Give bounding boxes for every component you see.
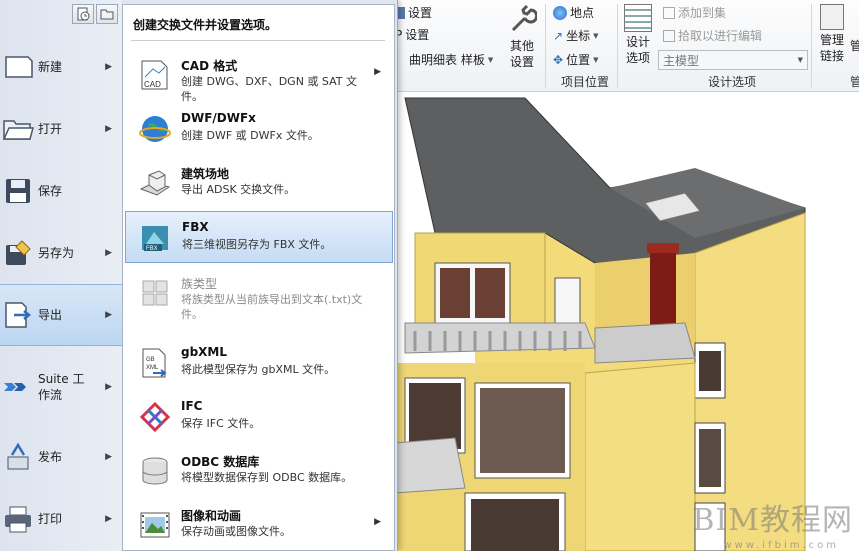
manage-links-icon (820, 4, 844, 30)
chevron-right-icon: ▶ (374, 67, 381, 77)
chevron-down-icon: ▼ (487, 55, 494, 64)
location-button[interactable]: 地点 (553, 4, 594, 21)
other-settings-button[interactable]: 其他 设置 (505, 4, 539, 70)
design-options-icon (624, 4, 652, 32)
coordinates-button[interactable]: ↗ 坐标 ▼ (553, 27, 598, 44)
position-icon: ✥ (553, 52, 564, 67)
divider (131, 40, 385, 41)
rail-item-print[interactable]: 打印 ▶ (0, 488, 122, 550)
manage-group-label: 管 (850, 75, 859, 89)
chevron-right-icon: ▶ (105, 124, 112, 134)
export-dwf-dwfx[interactable]: DWF/DWFx 创建 DWF 或 DWFx 文件。 (125, 103, 393, 155)
fbx-icon: FBX (142, 226, 168, 252)
watermark-url: www.ifbim.com (723, 540, 839, 551)
chevron-right-icon: ▶ (105, 62, 112, 72)
3d-viewport[interactable]: BIM教程网 www.ifbim.com (395, 93, 859, 551)
position-button[interactable]: ✥ 位置 ▼ (553, 51, 598, 68)
add-to-set-button[interactable]: 添加到集 (663, 4, 726, 21)
chevron-right-icon: ▶ (105, 248, 112, 258)
watermark-text: BIM教程网 (692, 503, 853, 538)
rail-item-suite-workflow[interactable]: Suite 工作流 ▶ (0, 356, 122, 418)
rail-item-export[interactable]: 导出 ▶ (0, 284, 122, 346)
recent-documents-toolbar (72, 4, 118, 24)
globe-icon (553, 5, 567, 20)
recent-documents-icon (77, 7, 90, 21)
svg-text:XML: XML (146, 365, 159, 371)
suite-workflow-icon (4, 383, 26, 391)
schedule-templates-button[interactable]: 曲明细表 样板 ▼ (409, 51, 493, 68)
ribbon: 设置 P 设置 曲明细表 样板 ▼ 其他 设置 地点 ↗ 坐标 ▼ ✥ 位置 ▼… (395, 0, 859, 92)
export-submenu: 创建交换文件并设置选项。 CAD CAD 格式 创建 DWG、DXF、DGN 或… (122, 4, 395, 551)
coordinates-icon: ↗ (553, 28, 564, 43)
floppy-disk-icon (6, 179, 30, 203)
export-icon (5, 302, 32, 328)
export-building-site[interactable]: 建筑场地 导出 ADSK 交换文件。 (125, 157, 393, 209)
chevron-right-icon: ▶ (374, 517, 381, 527)
recent-documents-button[interactable] (72, 4, 94, 24)
pick-edit-icon (663, 29, 675, 42)
gbxml-icon: GB XML (142, 348, 167, 378)
rail-item-new[interactable]: 新建 ▶ (0, 36, 122, 98)
building-site-icon (139, 170, 171, 196)
chevron-down-icon: ▼ (593, 55, 599, 64)
chevron-right-icon: ▶ (105, 310, 112, 320)
export-ifc[interactable]: IFC 保存 IFC 文件。 (125, 391, 393, 443)
new-document-icon (5, 56, 33, 78)
chevron-down-icon: ▼ (797, 56, 803, 64)
add-to-set-icon (663, 6, 675, 19)
main-model-select[interactable]: 主模型 ▼ (658, 50, 808, 70)
open-documents-icon (100, 9, 114, 20)
printer-icon (5, 506, 31, 533)
export-odbc-database[interactable]: ODBC 数据库 将模型数据保存到 ODBC 数据库。 (125, 445, 393, 497)
settings-button-mid[interactable]: P 设置 (395, 26, 429, 43)
rail-item-save[interactable]: 保存 (0, 160, 122, 222)
dwf-globe-icon (139, 116, 171, 142)
svg-text:GB: GB (146, 357, 155, 363)
settings-button-top[interactable]: 设置 (395, 4, 432, 21)
project-location-group-label: 项目位置 (560, 75, 609, 89)
chevron-right-icon: ▶ (105, 514, 112, 524)
submenu-title: 创建交换文件并设置选项。 (133, 18, 278, 32)
open-documents-button[interactable] (96, 4, 118, 24)
cad-format-icon: CAD (141, 60, 168, 90)
rail-item-publish[interactable]: 发布 ▶ (0, 426, 122, 488)
chevron-down-icon: ▼ (593, 31, 599, 40)
export-cad-formats[interactable]: CAD CAD 格式 创建 DWG、DXF、DGN 或 SAT 文件。 ▶ (125, 49, 393, 103)
chevron-right-icon: ▶ (105, 452, 112, 462)
export-fbx[interactable]: FBX FBX 将三维视图另存为 FBX 文件。 (125, 211, 393, 263)
svg-text:CAD: CAD (144, 80, 161, 89)
design-options-button[interactable]: 设计 选项 (621, 4, 655, 66)
export-gbxml[interactable]: GB XML gbXML 将此模型保存为 gbXML 文件。 (125, 337, 393, 389)
house-model-image (395, 97, 806, 551)
rail-item-open[interactable]: 打开 ▶ (0, 98, 122, 160)
export-images-animations[interactable]: 图像和动画 保存动画或图像文件。 ▶ (125, 499, 393, 551)
rail-item-save-as[interactable]: 另存为 ▶ (0, 222, 122, 284)
manage-links-button[interactable]: 管理 链接 (815, 4, 849, 64)
chevron-right-icon: ▶ (105, 382, 112, 392)
save-as-icon (6, 240, 31, 265)
application-menu: 新建 ▶ 打开 ▶ 保存 另存为 ▶ 导出 ▶ Suite 工作流 ▶ 发布 ▶… (0, 0, 398, 551)
image-animation-icon (140, 512, 170, 538)
export-family-types[interactable]: 族类型 将族类型从当前族导出到文本(.txt)文件。 (125, 267, 393, 325)
family-types-icon (142, 280, 168, 306)
database-icon (142, 457, 168, 485)
design-options-group-label: 设计选项 (707, 75, 756, 89)
manage-cut-button[interactable]: 管 (850, 38, 859, 54)
pick-to-edit-button[interactable]: 拾取以进行编辑 (663, 27, 762, 44)
publish-icon (7, 442, 29, 470)
wrench-icon (511, 4, 539, 32)
ifc-icon (139, 401, 171, 433)
open-folder-icon (2, 120, 34, 140)
svg-text:FBX: FBX (146, 246, 158, 252)
